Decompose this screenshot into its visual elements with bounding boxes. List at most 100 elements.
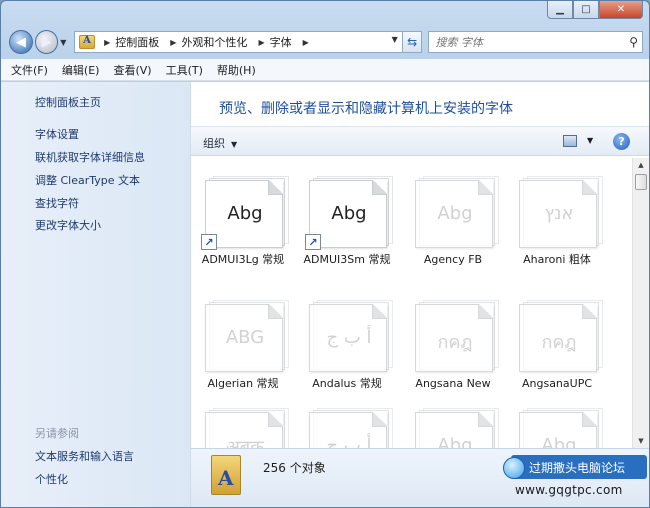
watermark-title: 过期撒头电脑论坛 (529, 460, 626, 475)
font-file-icon: Abg (519, 408, 605, 448)
refresh-icon: ⇆ (407, 35, 418, 49)
font-tile[interactable]: กคฎ AngsanaUPC (505, 292, 609, 412)
font-name: ADMUI3Lg 常规 (201, 253, 285, 266)
breadcrumb-fonts[interactable]: 字体 (270, 34, 292, 50)
font-sheet: กคฎ (519, 304, 597, 372)
font-tile[interactable]: अबक (191, 400, 295, 448)
font-name: AngsanaUPC (521, 377, 593, 390)
sidebar-find-character[interactable]: 查找字符 (35, 195, 79, 211)
minimize-button[interactable]: ▁ (547, 1, 573, 19)
fonts-folder-large-icon (211, 455, 241, 495)
refresh-button[interactable]: ⇆ (402, 31, 423, 53)
sidebar-adjust-cleartype[interactable]: 调整 ClearType 文本 (35, 172, 140, 188)
font-tile[interactable]: กคฎ Angsana New (401, 292, 505, 412)
font-tile[interactable]: Abg Agency FB (401, 168, 505, 288)
font-sample: Abg (331, 203, 367, 224)
font-sheet: Abg (519, 412, 597, 448)
site-watermark: 过期撒头电脑论坛 www.gqgtpc.com (503, 455, 649, 503)
font-tile[interactable]: Abg (401, 400, 505, 448)
close-icon: ✕ (616, 4, 626, 15)
font-name: Angsana New (415, 377, 491, 390)
content-area: 控制面板主页 字体设置 联机获取字体详细信息 调整 ClearType 文本 查… (1, 82, 649, 507)
breadcrumb-separator-icon: ▶ (170, 37, 177, 47)
sidebar-change-font-size[interactable]: 更改字体大小 (35, 217, 101, 233)
page-title: 预览、删除或者显示和隐藏计算机上安装的字体 (219, 101, 513, 117)
font-tile[interactable]: أ ب ج↗ (295, 400, 399, 448)
close-button[interactable]: ✕ (599, 1, 643, 19)
menu-help[interactable]: 帮助(H) (217, 62, 256, 78)
scroll-up-icon[interactable]: ▲ (633, 158, 649, 172)
minimize-icon: ▁ (556, 4, 564, 15)
search-box[interactable]: ⚲ (428, 31, 643, 53)
view-options-chevron-icon[interactable]: ▼ (587, 136, 593, 145)
command-bar: 组织 ▼ ▼ ? (191, 126, 649, 156)
scroll-thumb[interactable] (635, 174, 647, 190)
font-sheet: अबक (205, 412, 283, 448)
forward-button[interactable]: ▶ (34, 30, 59, 54)
history-dropdown[interactable]: ▼ (60, 38, 70, 47)
font-sample: Abg (437, 203, 473, 224)
font-sheet: Abg (415, 412, 493, 448)
organize-label: 组织 (203, 137, 225, 150)
font-file-icon: กคฎ (519, 300, 605, 372)
font-tile[interactable]: Abg ↗ ADMUI3Lg 常规 (191, 168, 295, 288)
see-also-heading: 另请参阅 (35, 427, 79, 440)
font-sheet: אנץ (519, 180, 597, 248)
object-count: 256 个对象 (263, 461, 326, 475)
font-sheet: กคฎ (415, 304, 493, 372)
maximize-button[interactable]: □ (573, 1, 599, 19)
font-sample: أ ب ج (326, 327, 372, 348)
breadcrumb-control-panel[interactable]: 控制面板 (115, 34, 159, 50)
watermark-logo-icon (503, 457, 525, 479)
menu-edit[interactable]: 编辑(E) (62, 62, 100, 78)
font-file-icon: أ ب ج (309, 300, 395, 372)
font-sample: กคฎ (541, 332, 577, 353)
vertical-scrollbar[interactable]: ▲ ▼ (632, 158, 649, 448)
menu-view[interactable]: 查看(V) (113, 62, 151, 78)
organize-button[interactable]: 组织 ▼ (203, 135, 237, 151)
font-tile[interactable]: أ ب ج Andalus 常规 (295, 292, 399, 412)
fonts-folder-icon (79, 35, 96, 49)
change-view-icon[interactable] (563, 135, 577, 147)
sidebar-font-settings[interactable]: 字体设置 (35, 126, 79, 142)
chevron-down-icon: ▼ (60, 37, 67, 47)
sidebar-personalization[interactable]: 个性化 (35, 471, 68, 487)
address-row: ◀ ▶ ▼ ▶ 控制面板 ▶ 外观和个性化 ▶ 字体 ▶ ▼ ⇆ ⚲ (9, 29, 643, 55)
scroll-down-icon[interactable]: ▼ (633, 434, 649, 448)
shortcut-arrow-icon: ↗ (305, 234, 321, 250)
address-dropdown-icon[interactable]: ▼ (392, 35, 398, 44)
watermark-url: www.gqgtpc.com (515, 483, 623, 497)
address-bar[interactable]: ▶ 控制面板 ▶ 外观和个性化 ▶ 字体 ▶ ▼ (74, 31, 403, 53)
font-tile[interactable]: ABG Algerian 常规 (191, 292, 295, 412)
menu-tools[interactable]: 工具(T) (166, 62, 203, 78)
menu-file[interactable]: 文件(F) (11, 62, 48, 78)
sidebar-text-services[interactable]: 文本服务和输入语言 (35, 448, 134, 464)
font-tile[interactable]: אנץ Aharoni 粗体 (505, 168, 609, 288)
breadcrumb-appearance[interactable]: 外观和个性化 (181, 34, 247, 50)
back-button[interactable]: ◀ (9, 30, 33, 54)
search-input[interactable] (435, 35, 616, 49)
caption-buttons: ▁ □ ✕ (547, 1, 643, 19)
font-tile[interactable]: Abg (505, 400, 609, 448)
search-icon[interactable]: ⚲ (629, 35, 638, 49)
font-tile[interactable]: Abg ↗ ADMUI3Sm 常规 (295, 168, 399, 288)
font-sample: אנץ (544, 203, 574, 224)
font-sample: กคฎ (437, 332, 473, 353)
font-sheet: أ ب ج (309, 304, 387, 372)
fonts-window: ▁ □ ✕ ◀ ▶ ▼ ▶ 控制面板 ▶ 外观和个性化 ▶ 字体 ▶ ▼ ⇆ ⚲… (0, 0, 650, 508)
sidebar-get-font-info-online[interactable]: 联机获取字体详细信息 (35, 149, 145, 165)
font-name: Agency FB (423, 253, 483, 266)
font-sheet: Abg (415, 180, 493, 248)
font-file-icon: अबक (205, 408, 291, 448)
back-arrow-icon: ◀ (15, 34, 26, 50)
font-sample: अबक (226, 437, 264, 448)
font-file-icon: Abg ↗ (201, 176, 291, 250)
font-file-icon: Abg ↗ (305, 176, 395, 250)
font-name: Aharoni 粗体 (523, 253, 591, 266)
font-file-icon: أ ب ج↗ (309, 408, 395, 448)
menu-bar: 文件(F) 编辑(E) 查看(V) 工具(T) 帮助(H) (1, 59, 649, 81)
font-sample: Abg (541, 435, 577, 448)
help-icon[interactable]: ? (613, 133, 630, 150)
sidebar-control-panel-home[interactable]: 控制面板主页 (35, 94, 101, 110)
font-sheet: ABG (205, 304, 283, 372)
